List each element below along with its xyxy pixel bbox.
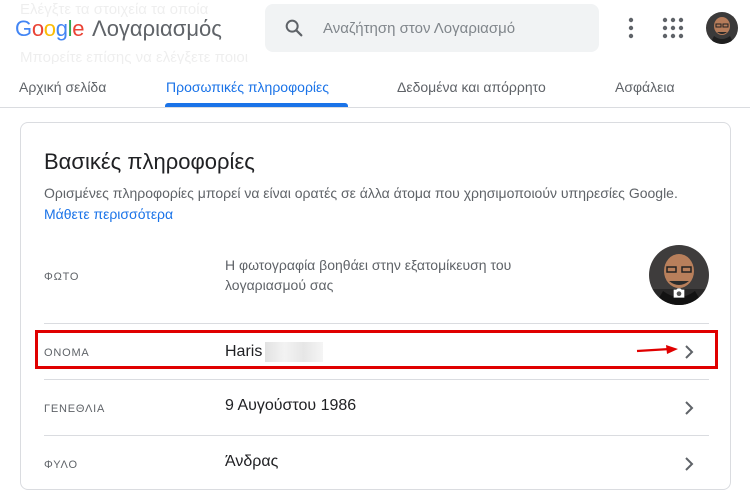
logo-letter: e [72, 16, 85, 41]
google-logo[interactable]: Google [15, 16, 84, 42]
search-box[interactable] [265, 4, 599, 52]
search-icon[interactable] [283, 17, 305, 39]
logo-letter: G [15, 16, 32, 41]
birthday-value: 9 Αυγούστου 1986 [225, 397, 357, 414]
tab-security[interactable]: Ασφάλεια [615, 79, 675, 95]
row-photo[interactable]: ΦΩΤΟ Η φωτογραφία βοηθάει στην εξατομίκε… [44, 235, 709, 323]
description-text: Ορισμένες πληροφορίες μπορεί να είναι ορ… [44, 185, 678, 201]
photo-note: Η φωτογραφία βοηθάει στην εξατομίκευση τ… [225, 257, 512, 293]
tab-personal-info[interactable]: Προσωπικές πληροφορίες [166, 79, 329, 95]
nav-tabs: Αρχική σελίδα Προσωπικές πληροφορίες Δεδ… [0, 62, 750, 108]
tab-data-privacy[interactable]: Δεδομένα και απόρρητο [397, 79, 546, 95]
apps-grid-icon[interactable] [660, 15, 686, 41]
learn-more-link[interactable]: Μάθετε περισσότερα [44, 206, 173, 222]
row-birthday[interactable]: ΓΕΝΕΘΛΙΑ 9 Αυγούστου 1986 [44, 379, 709, 435]
logo-letter: o [31, 16, 44, 41]
gender-value: Άνδρας [225, 453, 279, 470]
row-gender[interactable]: ΦΥΛΟ Άνδρας [44, 435, 709, 491]
red-arrow-annotation [636, 345, 678, 354]
row-label: ΦΩΤΟ [44, 271, 80, 283]
row-label: ΓΕΝΕΘΛΙΑ [44, 403, 106, 415]
chevron-right-icon[interactable] [683, 400, 695, 416]
card-description: Ορισμένες πληροφορίες μπορεί να είναι ορ… [44, 183, 684, 225]
chevron-right-icon[interactable] [683, 456, 695, 472]
active-tab-indicator [165, 103, 348, 107]
highlight-box-annotation [35, 330, 718, 369]
logo-letter: o [43, 16, 56, 41]
logo-letter: g [55, 16, 68, 41]
kebab-menu-icon[interactable] [620, 15, 642, 41]
row-label: ΦΥΛΟ [44, 459, 78, 471]
account-title: Λογαριασμός [92, 16, 222, 41]
avatar[interactable] [706, 12, 738, 44]
camera-icon[interactable] [671, 285, 687, 301]
card-title: Βασικές πληροφορίες [44, 149, 255, 174]
basic-info-card: Βασικές πληροφορίες Ορισμένες πληροφορίε… [20, 122, 731, 490]
header: Ελέγξτε τα στοιχεία τα οποία Μπορείτε επ… [0, 0, 750, 64]
search-input[interactable] [323, 14, 583, 42]
tab-home[interactable]: Αρχική σελίδα [19, 79, 106, 95]
profile-photo[interactable] [649, 245, 709, 305]
